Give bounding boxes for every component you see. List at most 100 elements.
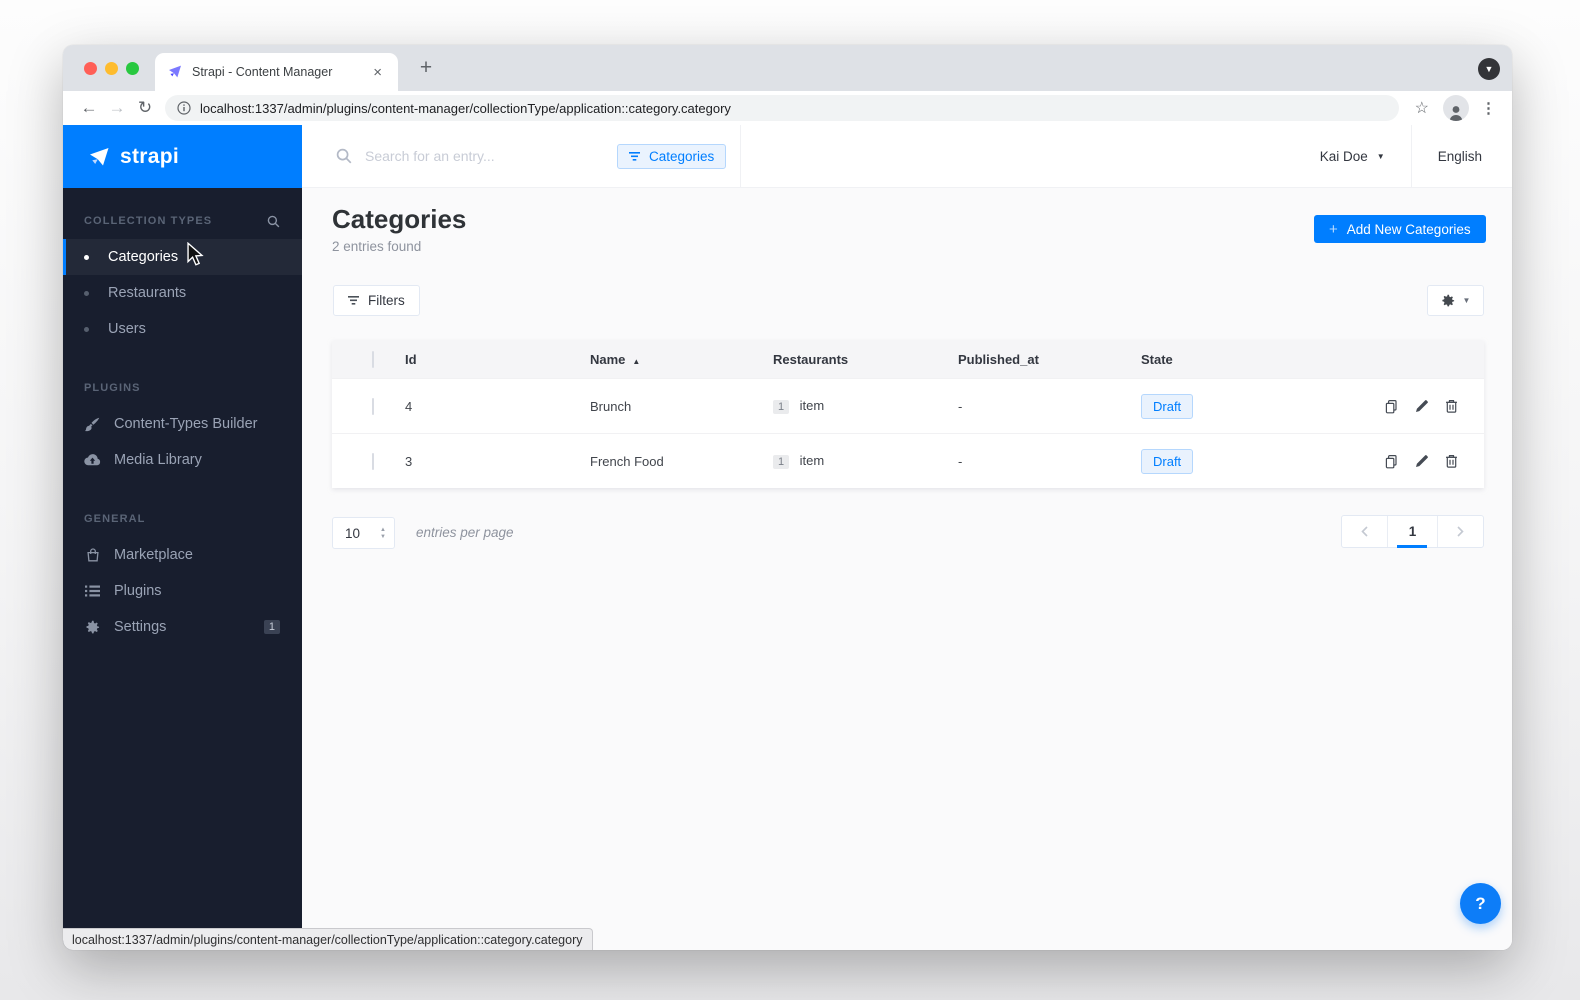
browser-profile-avatar[interactable] [1443,95,1469,121]
cell-state: Draft [1141,448,1291,474]
section-title: COLLECTION TYPES [84,215,213,227]
minimize-window-button[interactable] [105,62,118,75]
strapi-logo-icon [90,147,109,165]
delete-button[interactable] [1445,454,1458,468]
bookmark-star-icon[interactable]: ☆ [1415,98,1429,118]
table-settings-button[interactable]: ▼ [1427,285,1484,316]
user-menu[interactable]: Kai Doe ▼ [1320,149,1385,164]
chevron-down-icon: ▼ [1462,296,1471,305]
sidebar-nav: COLLECTION TYPES Categories Restaurants … [63,188,302,675]
stepper-icon[interactable]: ▲ ▼ [380,527,386,540]
duplicate-icon [1385,454,1397,468]
cell-id: 4 [405,398,413,414]
filters-label: Filters [368,293,405,308]
select-all-checkbox[interactable] [372,350,374,368]
browser-toolbar: ← → ↻ localhost:1337/admin/plugins/conte… [63,91,1512,125]
column-header-published-at[interactable]: Published_at [958,352,1141,367]
sidebar-item-media-library[interactable]: Media Library [63,442,302,478]
sidebar-item-users[interactable]: Users [63,311,302,347]
sidebar-item-categories[interactable]: Categories [63,239,302,275]
cell-restaurants: 1 item [773,453,958,469]
forward-icon[interactable]: → [103,98,131,118]
next-page-button[interactable] [1438,516,1483,547]
sidebar-item-label: Users [108,321,146,337]
main-area: Categories Kai Doe ▼ English Categories … [302,125,1512,950]
column-header-restaurants[interactable]: Restaurants [773,352,958,367]
categories-filter-chip[interactable]: Categories [617,143,727,169]
browser-menu-icon[interactable]: ⋮ [1481,99,1496,117]
row-actions [1291,399,1484,414]
duplicate-icon [1385,399,1397,413]
close-window-button[interactable] [84,62,97,75]
trash-icon [1446,455,1457,468]
strapi-logo[interactable]: strapi [63,125,302,188]
column-header-name[interactable]: Name ▲ [590,352,773,367]
info-icon[interactable] [177,101,191,115]
bullet-icon [84,254,89,260]
reload-icon[interactable]: ↻ [131,98,159,118]
tab-close-icon[interactable]: × [369,63,386,82]
url-text[interactable]: localhost:1337/admin/plugins/content-man… [200,101,731,116]
filter-chip-label: Categories [649,148,715,164]
active-page-indicator [1397,545,1428,548]
column-header-state[interactable]: State [1141,352,1291,367]
mouse-cursor [187,242,204,266]
sidebar-item-marketplace[interactable]: Marketplace [63,537,302,573]
back-icon[interactable]: ← [75,98,103,118]
list-icon [84,585,101,597]
sidebar-item-label: Content-Types Builder [114,416,258,432]
sidebar-item-label: Plugins [114,583,162,599]
address-bar[interactable]: localhost:1337/admin/plugins/content-man… [165,95,1399,121]
entries-per-page-value: 10 [345,525,361,541]
row-actions [1291,454,1484,469]
paintbrush-icon [84,417,101,432]
sidebar-item-content-types-builder[interactable]: Content-Types Builder [63,406,302,442]
help-button[interactable]: ? [1460,883,1501,924]
table-header-row: Id Name ▲ Restaurants Published_at State [332,340,1484,378]
trash-icon [1446,400,1457,413]
chevron-left-icon [1361,526,1368,537]
search-icon[interactable] [267,215,280,228]
browser-tabstrip: Strapi - Content Manager × + ▼ [63,45,1512,91]
zoom-window-button[interactable] [126,62,139,75]
new-tab-button[interactable]: + [413,55,439,81]
search-input[interactable] [365,148,617,164]
previous-page-button[interactable] [1342,516,1387,547]
sidebar-item-restaurants[interactable]: Restaurants [63,275,302,311]
count-badge: 1 [773,400,789,414]
pencil-icon [1416,455,1428,467]
cell-state: Draft [1141,393,1291,419]
table-row[interactable]: 4 Brunch 1 item - Draft [332,378,1484,433]
row-checkbox[interactable] [372,452,374,470]
language-selector[interactable]: English [1438,149,1482,164]
count-badge: 1 [773,455,789,469]
row-checkbox[interactable] [372,397,374,415]
tab-title: Strapi - Content Manager [192,65,333,79]
add-new-categories-button[interactable]: + Add New Categories [1314,215,1486,243]
edit-button[interactable] [1415,399,1429,413]
section-title: PLUGINS [84,382,141,394]
chevron-down-icon: ▼ [1376,151,1385,161]
app-header: Categories Kai Doe ▼ English [302,125,1512,188]
table-row[interactable]: 3 French Food 1 item - Draft [332,433,1484,488]
sidebar-item-plugins[interactable]: Plugins [63,573,302,609]
edit-button[interactable] [1415,454,1429,468]
duplicate-button[interactable] [1384,399,1399,414]
sidebar: strapi COLLECTION TYPES Categories Resta… [63,125,302,950]
delete-button[interactable] [1445,399,1458,413]
page-head: Categories 2 entries found [332,204,466,254]
section-plugins: PLUGINS Content-Types Builder Media Libr… [63,377,302,478]
cell-published-at: - [958,453,963,469]
section-general: GENERAL Marketplace Plugins Settings 1 [63,508,302,645]
header-divider [1410,125,1412,187]
sidebar-item-settings[interactable]: Settings 1 [63,609,302,645]
column-header-id[interactable]: Id [405,352,590,367]
sidebar-item-label: Categories [108,249,179,265]
page-number-button[interactable]: 1 [1386,516,1439,548]
entries-per-page-select[interactable]: 10 ▲ ▼ [332,517,395,549]
duplicate-button[interactable] [1384,454,1399,469]
section-collection-types: COLLECTION TYPES Categories Restaurants … [63,210,302,347]
filters-button[interactable]: Filters [333,285,420,316]
browser-tab[interactable]: Strapi - Content Manager × [155,53,398,91]
search-tabs-button[interactable]: ▼ [1478,58,1500,80]
